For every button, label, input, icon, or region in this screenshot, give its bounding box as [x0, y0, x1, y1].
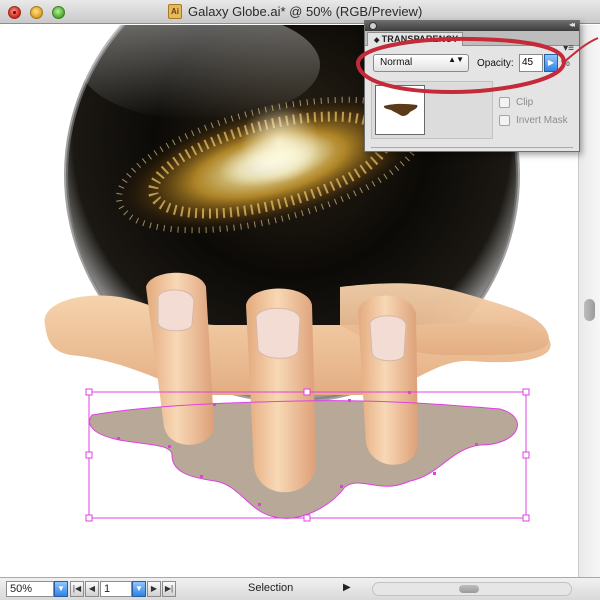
finger-ring — [358, 295, 418, 465]
panel-header[interactable]: ◂◂ — [365, 20, 579, 31]
zoom-dropdown-button[interactable]: ▼ — [54, 581, 68, 597]
zoom-window-button[interactable] — [52, 6, 65, 19]
close-window-button[interactable] — [8, 6, 21, 19]
thumbnail-shape-icon — [383, 103, 418, 116]
transparency-panel[interactable]: ◂◂ ◆ TRANSPARENCY ▾≡ Normal ▲▼ Opacity: 4… — [364, 20, 580, 152]
horizontal-scrollbar[interactable] — [372, 582, 572, 596]
clip-checkbox[interactable] — [499, 97, 510, 108]
horizontal-scroll-thumb[interactable] — [459, 585, 479, 593]
clip-label: Clip — [516, 97, 534, 108]
tab-arrows-icon: ◆ — [374, 37, 380, 44]
zoom-field[interactable]: 50% — [6, 581, 54, 597]
select-arrows-icon: ▲▼ — [448, 55, 464, 64]
window-title: Galaxy Globe.ai* @ 50% (RGB/Preview) — [188, 4, 423, 19]
opacity-slider-button[interactable]: ▶ — [544, 54, 558, 72]
opacity-label: Opacity: — [477, 58, 514, 69]
vertical-scrollbar[interactable] — [578, 25, 600, 577]
artboard-number-field[interactable]: 1 — [100, 581, 132, 597]
thumbnail-area — [371, 81, 493, 139]
panel-menu-icon[interactable]: ▾≡ — [563, 43, 574, 54]
opacity-input[interactable]: 45 — [519, 54, 543, 72]
next-artboard-button[interactable]: ▶ — [147, 581, 161, 597]
title-group: Ai Galaxy Globe.ai* @ 50% (RGB/Preview) — [168, 4, 422, 19]
blend-mode-select[interactable]: Normal ▲▼ — [373, 54, 469, 72]
tab-transparency[interactable]: ◆ TRANSPARENCY — [367, 32, 463, 46]
minimize-window-button[interactable] — [30, 6, 43, 19]
object-thumbnail[interactable] — [375, 85, 425, 135]
status-bar: 50% ▼ |◀ ◀ 1 ▼ ▶ ▶| Selection ▶ — [0, 577, 600, 600]
blend-mode-value: Normal — [380, 57, 413, 68]
panel-collapse-icon[interactable]: ◂◂ — [569, 20, 575, 29]
panel-tab-strip: ◆ TRANSPARENCY ▾≡ — [365, 31, 579, 54]
opacity-percent: % — [561, 58, 570, 69]
tool-menu-arrow-icon[interactable]: ▶ — [343, 582, 351, 593]
prev-artboard-button[interactable]: ◀ — [85, 581, 99, 597]
document-icon: Ai — [168, 4, 182, 19]
artboard-dropdown-button[interactable]: ▼ — [132, 581, 146, 597]
panel-divider — [371, 147, 573, 148]
first-artboard-button[interactable]: |◀ — [70, 581, 84, 597]
panel-close-button[interactable] — [369, 22, 377, 30]
invert-mask-label: Invert Mask — [516, 115, 568, 126]
tab-label: TRANSPARENCY — [381, 34, 459, 44]
vertical-scroll-thumb[interactable] — [584, 299, 595, 321]
invert-mask-checkbox[interactable] — [499, 115, 510, 126]
last-artboard-button[interactable]: ▶| — [162, 581, 176, 597]
current-tool-label[interactable]: Selection — [248, 582, 293, 594]
